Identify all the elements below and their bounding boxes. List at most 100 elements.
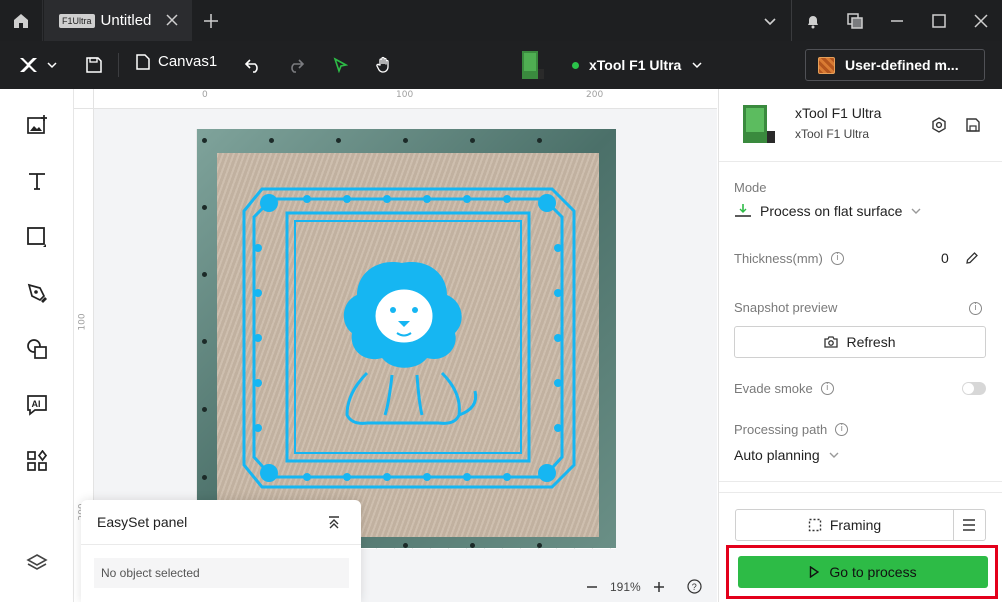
framing-button[interactable]: Framing: [736, 510, 954, 540]
bed-hole: [470, 543, 475, 548]
pan-tool-button[interactable]: [372, 53, 396, 77]
new-tab-icon[interactable]: [200, 10, 222, 32]
ai-tool-button[interactable]: AI: [23, 391, 51, 419]
easyset-header: EasySet panel: [81, 500, 361, 545]
app-menu-button[interactable]: [14, 53, 62, 77]
laser-machine-icon: [743, 105, 775, 143]
flat-surface-icon: [735, 204, 751, 217]
shapes-library-button[interactable]: [23, 335, 51, 363]
thickness-label-text: Thickness(mm): [734, 251, 823, 266]
help-icon[interactable]: ?: [687, 579, 702, 594]
divider: [118, 53, 119, 77]
framing-label: Framing: [829, 517, 882, 533]
info-icon[interactable]: i: [835, 423, 849, 436]
add-image-button[interactable]: [23, 111, 51, 139]
close-icon: [974, 13, 988, 28]
bed-hole: [202, 272, 207, 277]
wood-material-preview: [217, 153, 599, 537]
canvas-name: Canvas1: [158, 53, 218, 70]
go-to-process-button[interactable]: Go to process: [738, 556, 988, 588]
save-settings-icon[interactable]: [965, 117, 981, 133]
save-button[interactable]: [82, 53, 106, 77]
zoom-level[interactable]: 191%: [610, 580, 641, 594]
svg-text:?: ?: [691, 582, 696, 592]
camera-icon: [824, 336, 839, 348]
bed-hole: [537, 543, 542, 548]
undo-button[interactable]: [241, 53, 265, 77]
device-card-name: xTool F1 Ultra: [795, 105, 882, 121]
evade-smoke-toggle[interactable]: [962, 382, 986, 395]
lion-frame-design[interactable]: [217, 153, 599, 537]
device-selector[interactable]: xTool F1 Ultra: [520, 47, 703, 83]
framing-options-button[interactable]: [953, 510, 985, 540]
menu-icon: [963, 519, 975, 531]
window-switch-button[interactable]: [834, 0, 876, 41]
device-settings-icon[interactable]: [931, 117, 947, 133]
ruler-tick-label: 0: [202, 90, 208, 100]
right-settings-panel: xTool F1 Ultra xTool F1 Ultra Mode Proce…: [718, 89, 1002, 602]
info-icon[interactable]: i: [969, 302, 982, 315]
chevron-down-icon: [764, 17, 776, 25]
info-icon[interactable]: i: [820, 382, 834, 395]
mode-select[interactable]: Process on flat surface: [734, 203, 922, 219]
material-selector[interactable]: User-defined m...: [805, 49, 985, 81]
xtool-logo-icon: [20, 58, 37, 72]
document-icon: [136, 53, 150, 70]
mode-label: Mode: [734, 180, 767, 195]
connection-status-dot: [572, 61, 579, 69]
horizontal-ruler: 0 100 200: [94, 89, 717, 109]
snapshot-label: Snapshot preview: [734, 300, 837, 315]
zoom-out-icon[interactable]: [586, 581, 598, 593]
camera-snapshot-bed: [197, 129, 616, 548]
highlight-box: Go to process: [726, 545, 998, 599]
tab-list-button[interactable]: [749, 0, 791, 41]
edit-pencil-icon[interactable]: [965, 251, 979, 265]
minimize-icon: [891, 19, 903, 22]
evade-smoke-label-text: Evade smoke: [734, 381, 813, 396]
info-icon[interactable]: i: [830, 252, 844, 265]
mode-value: Process on flat surface: [760, 203, 903, 219]
bed-hole: [202, 407, 207, 412]
notifications-button[interactable]: [792, 0, 834, 41]
document-tab[interactable]: F1Ultra Untitled: [44, 0, 192, 41]
framing-button-group: Framing: [735, 509, 986, 541]
home-button[interactable]: [0, 0, 43, 41]
easyset-title: EasySet panel: [97, 514, 188, 530]
zoom-in-icon[interactable]: [653, 581, 665, 593]
canvas-selector[interactable]: Canvas1: [136, 53, 217, 70]
processing-path-value: Auto planning: [734, 447, 820, 463]
maximize-button[interactable]: [918, 0, 960, 41]
refresh-button[interactable]: Refresh: [734, 326, 986, 358]
close-tab-icon[interactable]: [164, 12, 180, 28]
bed-hole: [269, 138, 274, 143]
work-area-grid: [196, 129, 616, 549]
tab-title: Untitled: [100, 12, 152, 29]
chevron-down-icon: [692, 62, 702, 69]
go-to-process-label: Go to process: [829, 564, 917, 580]
pen-tool-button[interactable]: [23, 279, 51, 307]
material-label: User-defined m...: [845, 57, 959, 73]
play-icon: [810, 566, 820, 578]
text-tool-button[interactable]: [23, 167, 51, 195]
layers-button[interactable]: [23, 549, 51, 577]
minimize-button[interactable]: [876, 0, 918, 41]
image-add-icon: [27, 115, 47, 134]
redo-button[interactable]: [284, 53, 308, 77]
undo-icon: [244, 59, 258, 73]
shape-tool-button[interactable]: [23, 223, 51, 251]
divider: [719, 481, 1002, 482]
collapse-icon[interactable]: [327, 515, 341, 529]
chevron-down-icon: [829, 452, 839, 458]
apps-button[interactable]: [23, 447, 51, 475]
ai-chat-icon: AI: [27, 395, 47, 416]
refresh-label: Refresh: [846, 334, 896, 350]
pen-icon: [27, 283, 47, 303]
thickness-field[interactable]: 0: [941, 250, 979, 266]
cursor-arrow-icon: [333, 57, 348, 73]
processing-path-select[interactable]: Auto planning: [734, 447, 840, 463]
bed-hole: [336, 138, 341, 143]
bed-hole: [202, 475, 207, 480]
close-window-button[interactable]: [960, 0, 1002, 41]
evade-smoke-label: Evade smoke i: [734, 381, 834, 396]
select-tool-button[interactable]: [328, 53, 352, 77]
